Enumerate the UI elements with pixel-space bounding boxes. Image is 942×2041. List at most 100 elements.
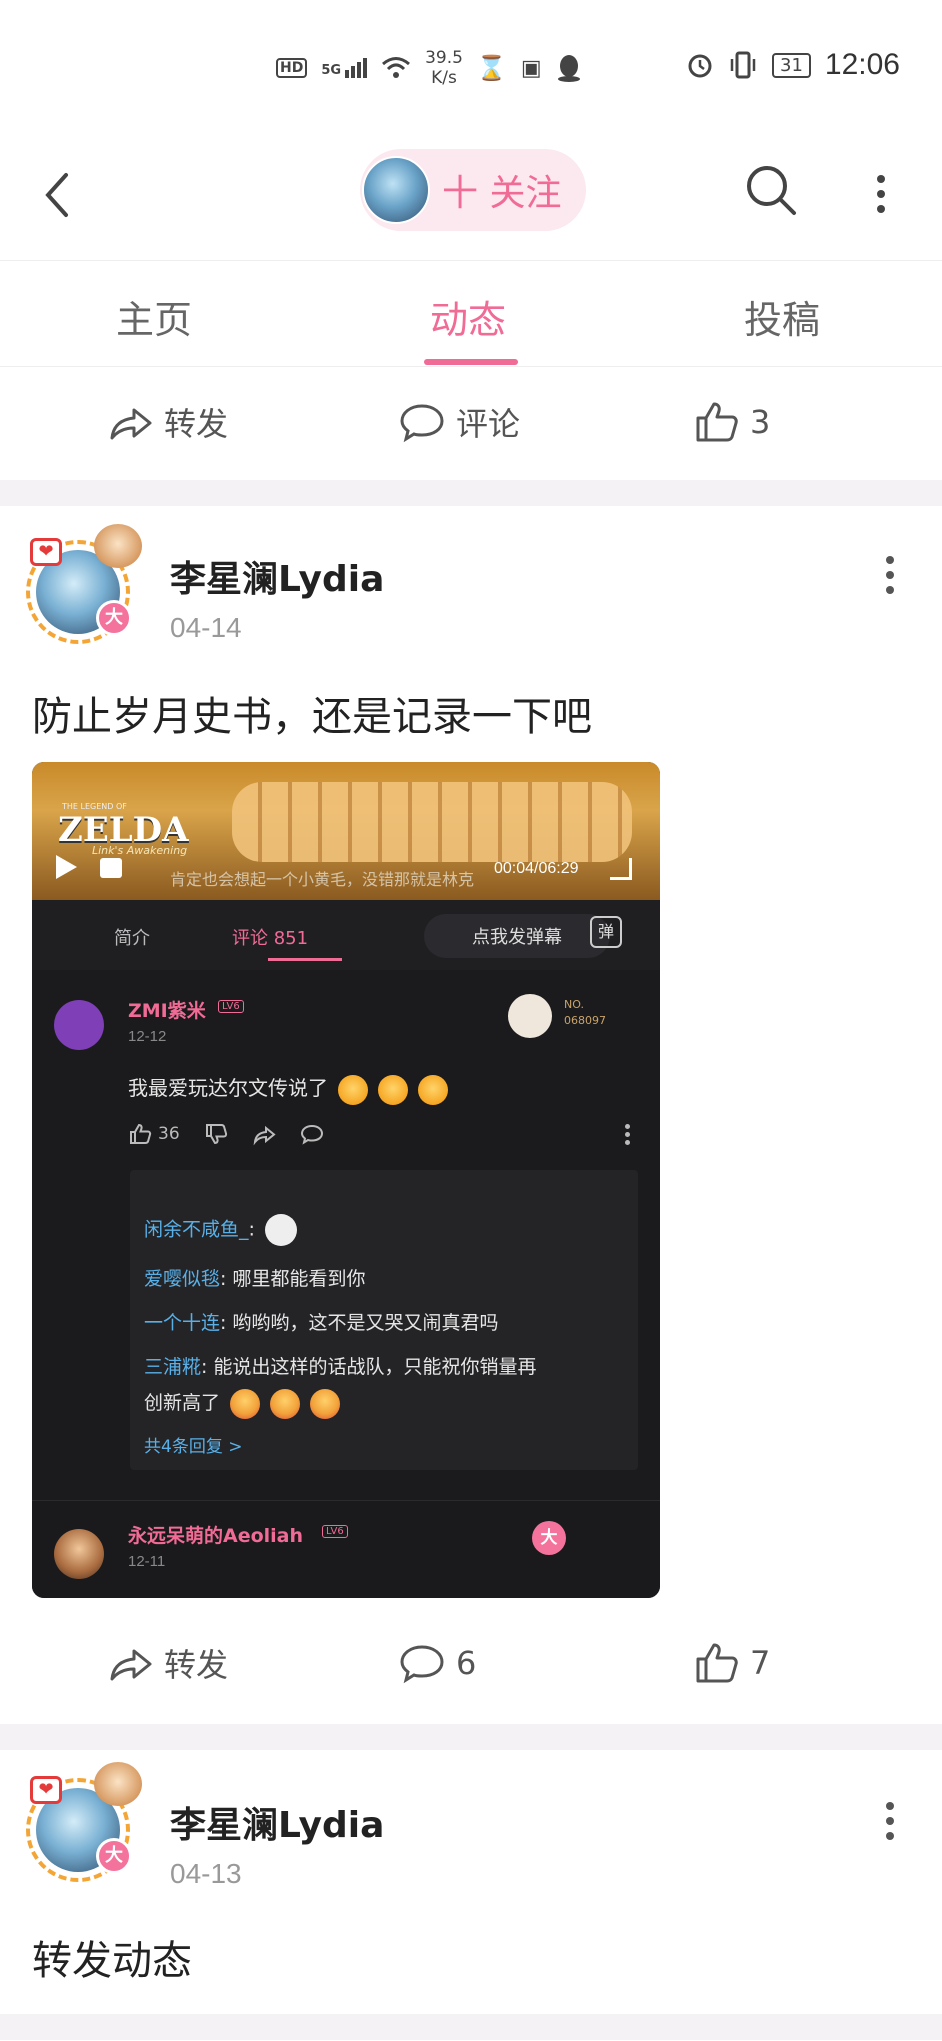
tab-home[interactable]: 主页 (116, 289, 192, 344)
reply-author[interactable]: 一个十连 (144, 1312, 220, 1334)
level-badge: LV6 (322, 1525, 348, 1538)
section-divider (0, 2014, 942, 2040)
video-time: 00:04/06:29 (494, 860, 579, 877)
reply-item: 闲余不咸鱼_: (144, 1214, 297, 1246)
play-icon[interactable] (54, 854, 78, 880)
network-label: 5G (321, 63, 342, 78)
tab-intro[interactable]: 简介 (114, 924, 150, 950)
profile-tabs: 主页 动态 投稿 (0, 260, 942, 367)
avatar-pendant (94, 1762, 142, 1806)
send-danmaku-button[interactable]: 点我发弹幕 (424, 914, 610, 958)
like-count: 7 (750, 1644, 771, 1682)
comments-tab-indicator (268, 958, 342, 961)
emoji-icon (230, 1388, 261, 1419)
comment-button[interactable]: 评论 (398, 367, 520, 477)
forward-label: 转发 (164, 1646, 229, 1684)
post-date: 04-14 (170, 612, 242, 643)
danmaku-icon[interactable]: 弹 (590, 916, 622, 948)
comment-like-count: 36 (158, 1124, 180, 1144)
post-date: 04-13 (170, 1858, 242, 1889)
net-speed: 39.5 K/s (425, 48, 463, 88)
tab-dynamics[interactable]: 动态 (430, 289, 506, 344)
danmaku-toggle-icon[interactable] (100, 858, 122, 878)
comment-more-icon[interactable] (624, 1124, 630, 1148)
post-author-avatar[interactable]: ❤ 大 (24, 1762, 142, 1882)
post-author-avatar[interactable]: ❤ 大 (24, 524, 142, 644)
status-left-icons: HD 5G 39.5 K/s ⌛ ▣ (276, 48, 582, 88)
forward-button[interactable]: 转发 (106, 1608, 228, 1718)
post-image[interactable]: THE LEGEND OF ZELDA Link's Awakening 肯定也… (32, 762, 660, 1598)
comment-icon (400, 1645, 444, 1684)
vip-badge: 大 (96, 600, 132, 636)
emoji-icon (338, 1074, 368, 1105)
post-author-name[interactable]: 李星澜Lydia (170, 1796, 384, 1848)
hourglass-icon: ⌛ (476, 54, 507, 82)
tab-comments[interactable]: 评论 851 (232, 924, 308, 950)
reply-text: : 哪里都能看到你 (220, 1268, 366, 1290)
section-divider (0, 480, 942, 506)
comment-actions: 36 (128, 1122, 324, 1146)
status-right-icons: 31 12:06 (686, 48, 900, 82)
forward-button[interactable]: 转发 (106, 367, 228, 477)
vip-badge: 大 (532, 1521, 566, 1555)
like-button[interactable]: 3 (692, 367, 770, 477)
more-options-icon[interactable] (870, 161, 892, 221)
comment-like-button[interactable]: 36 (128, 1122, 180, 1146)
reply-item: 一个十连: 哟哟哟，这不是又哭又闹真君吗 (144, 1308, 498, 1335)
emoji-icon (310, 1388, 341, 1419)
like-count: 3 (750, 403, 771, 441)
post-actions: 转发 6 7 (0, 1608, 942, 1718)
replies-box[interactable]: 闲余不咸鱼_: 爱嘤似毯: 哪里都能看到你 一个十连: 哟哟哟，这不是又哭又闹真… (130, 1170, 638, 1470)
tab-submissions[interactable]: 投稿 (744, 289, 820, 344)
view-more-replies[interactable]: 共4条回复 > (144, 1432, 242, 1457)
sticker-icon (264, 1214, 297, 1246)
game-logo-sub: Link's Awakening (92, 844, 188, 857)
commenter-name[interactable]: 永远呆萌的Aeoliah (128, 1521, 303, 1548)
reply-item: 三浦糀: 能说出这样的话战队，只能祝你销量再 (144, 1352, 536, 1379)
video-player[interactable]: THE LEGEND OF ZELDA Link's Awakening 肯定也… (32, 762, 660, 900)
back-icon[interactable] (38, 165, 78, 225)
commenter-avatar[interactable] (54, 1000, 104, 1050)
heart-badge-icon: ❤ (30, 538, 62, 566)
reply-text: 创新高了 (144, 1392, 221, 1414)
comment-date: 12-11 (128, 1553, 166, 1570)
post-more-icon[interactable] (880, 1802, 900, 1846)
like-button[interactable]: 7 (692, 1608, 770, 1718)
reply-item: 爱嘤似毯: 哪里都能看到你 (144, 1264, 365, 1291)
comment-button[interactable]: 6 (398, 1608, 476, 1718)
reply-text: : 哟哟哟，这不是又哭又闹真君吗 (220, 1312, 499, 1334)
thumbs-down-icon[interactable] (204, 1122, 228, 1146)
post-more-icon[interactable] (880, 556, 900, 600)
search-icon[interactable] (742, 161, 802, 221)
net-speed-unit: K/s (431, 68, 457, 88)
fan-badge-number: 068097 (564, 1014, 606, 1027)
top-nav: 十 关注 (0, 135, 942, 260)
emoji-icon (378, 1074, 408, 1105)
comment-icon[interactable] (300, 1122, 324, 1146)
commenter-avatar[interactable] (54, 1529, 104, 1579)
thumbs-up-icon (696, 1643, 738, 1683)
section-divider (0, 1724, 942, 1750)
share-icon[interactable] (252, 1122, 276, 1146)
tab-active-indicator (424, 359, 518, 365)
qq-icon (557, 55, 580, 82)
alarm-icon (688, 54, 712, 78)
prev-post-actions: 转发 评论 3 (0, 367, 942, 477)
reply-author[interactable]: 闲余不咸鱼_ (144, 1219, 249, 1241)
wifi-icon (382, 57, 411, 78)
thumbs-up-icon (696, 402, 738, 442)
reply-author[interactable]: 三浦糀 (144, 1356, 201, 1378)
follow-button[interactable]: 十 关注 (360, 149, 586, 231)
reply-text: : 能说出这样的话战队，只能祝你销量再 (201, 1356, 537, 1378)
thumbs-up-icon (130, 1123, 152, 1144)
video-frame-scenery (232, 782, 632, 862)
signal-icon: 5G (321, 58, 368, 78)
reply-author[interactable]: 爱嘤似毯 (144, 1268, 220, 1290)
commenter-name[interactable]: ZMI紫米 (128, 996, 206, 1023)
comment-text: 我最爱玩达尔文传说了 (128, 1072, 448, 1105)
post-author-name[interactable]: 李星澜Lydia (170, 550, 384, 602)
reply-item: 创新高了 (144, 1388, 341, 1419)
post-text: 转发动态 (32, 1938, 192, 1984)
share-icon (110, 408, 152, 440)
fullscreen-icon[interactable] (610, 858, 632, 880)
